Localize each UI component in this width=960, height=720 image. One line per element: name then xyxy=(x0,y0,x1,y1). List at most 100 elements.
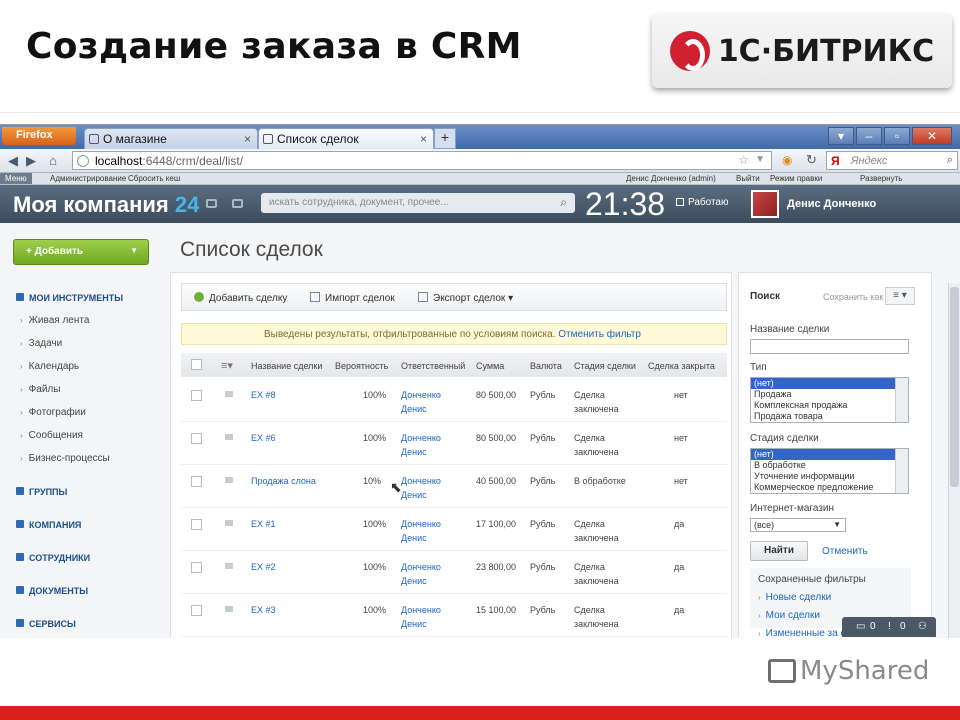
notify-icon[interactable]: ! xyxy=(888,621,891,632)
portal-search-input[interactable]: искать сотрудника, документ, прочее... ⌕ xyxy=(261,193,575,213)
admin-administration-link[interactable]: Администрирование xyxy=(50,173,126,184)
chevron-down-icon[interactable]: ▼ xyxy=(755,154,765,165)
cancel-filter-link[interactable]: Отменить фильтр xyxy=(558,329,641,340)
row-menu-icon[interactable] xyxy=(225,563,233,569)
scrollbar-thumb[interactable] xyxy=(950,287,959,487)
deal-responsible-link[interactable]: Донченко Денис xyxy=(401,517,441,545)
page-scrollbar[interactable] xyxy=(948,283,960,638)
admin-logout-link[interactable]: Выйти xyxy=(736,173,760,184)
sidebar-item-calendar[interactable]: › Календарь xyxy=(20,361,79,372)
sidebar-section-services[interactable]: СЕРВИСЫ xyxy=(16,619,76,629)
messages-icon[interactable] xyxy=(206,199,217,208)
deal-name-link[interactable]: EX #2 xyxy=(251,560,276,574)
search-icon[interactable]: ⌕ xyxy=(560,195,567,210)
column-menu-icon[interactable]: ≡▾ xyxy=(221,359,233,372)
chat-icon[interactable]: ▭ xyxy=(856,621,865,632)
notifications-icon[interactable] xyxy=(232,199,243,208)
deal-responsible-link[interactable]: Донченко Денис xyxy=(401,603,441,631)
stage-listbox[interactable]: (нет) В обработке Уточнение информации К… xyxy=(750,448,909,494)
sidebar-item-live-feed[interactable]: › Живая лента xyxy=(20,315,89,326)
deal-name-link[interactable]: EX #3 xyxy=(251,603,276,617)
row-checkbox[interactable] xyxy=(191,562,202,573)
sidebar-section-tools[interactable]: МОИ ИНСТРУМЕНТЫ xyxy=(16,293,123,303)
row-menu-icon[interactable] xyxy=(225,606,233,612)
contacts-icon[interactable]: ⚇ xyxy=(918,621,927,632)
row-checkbox[interactable] xyxy=(191,476,202,487)
deal-responsible-link[interactable]: Донченко Денис xyxy=(401,431,441,459)
import-deals-button[interactable]: Импорт сделок xyxy=(310,292,395,304)
add-button[interactable]: + Добавить ▼ xyxy=(13,239,149,265)
add-deal-button[interactable]: Добавить сделку xyxy=(194,292,287,304)
refresh-icon[interactable]: ↻ xyxy=(806,152,817,168)
sidebar-item-photos[interactable]: › Фотографии xyxy=(20,407,86,418)
deal-responsible-link[interactable]: Донченко Денис xyxy=(401,560,441,588)
cancel-button[interactable]: Отменить xyxy=(822,546,868,557)
row-checkbox[interactable] xyxy=(191,519,202,530)
user-name[interactable]: Денис Донченко xyxy=(787,198,876,210)
maximize-icon[interactable]: ▫ xyxy=(884,127,910,145)
table-row[interactable]: Продажа слона 10% Донченко Денис 40 500,00 Ру… xyxy=(181,465,727,508)
close-icon[interactable]: × xyxy=(244,132,251,146)
deal-responsible-link[interactable]: Донченко Денис xyxy=(401,474,441,502)
tab-list-icon[interactable]: ▾ xyxy=(828,127,854,145)
column-header[interactable]: Сделка закрыта xyxy=(648,361,715,371)
address-bar[interactable]: localhost:6448/crm/deal/list/ ☆ ▼ xyxy=(72,151,772,170)
sidebar-section-documents[interactable]: ДОКУМЕНТЫ xyxy=(16,586,88,596)
row-menu-icon[interactable] xyxy=(225,520,233,526)
bookmark-star-icon[interactable]: ☆ xyxy=(738,153,749,167)
table-row[interactable]: EX #1 100% Донченко Денис 17 100,00 Рубль Сдел… xyxy=(181,508,727,551)
table-row[interactable]: EX #6 100% Донченко Денис 80 500,00 Рубль Сдел… xyxy=(181,422,727,465)
row-checkbox[interactable] xyxy=(191,433,202,444)
column-header[interactable]: Стадия сделки xyxy=(574,361,636,371)
table-row[interactable]: EX #3 100% Донченко Денис 15 100,00 Рубль Сдел… xyxy=(181,594,727,637)
sidebar-section-groups[interactable]: ГРУППЫ xyxy=(16,487,67,497)
column-header[interactable]: Валюта xyxy=(530,361,562,371)
type-listbox[interactable]: (нет) Продажа Комплексная продажа Продаж… xyxy=(750,377,909,423)
row-menu-icon[interactable] xyxy=(225,477,233,483)
row-menu-icon[interactable] xyxy=(225,434,233,440)
deal-name-link[interactable]: EX #1 xyxy=(251,517,276,531)
sidebar-item-tasks[interactable]: › Задачи xyxy=(20,338,62,349)
listbox-option[interactable]: В обработке xyxy=(751,460,908,471)
row-menu-icon[interactable] xyxy=(225,391,233,397)
close-icon[interactable]: × xyxy=(420,132,427,146)
sidebar-item-files[interactable]: › Файлы xyxy=(20,384,60,395)
listbox-scrollbar[interactable] xyxy=(895,378,908,422)
tab-about-store[interactable]: О магазине × xyxy=(84,128,258,149)
listbox-option[interactable]: Комплексная продажа xyxy=(751,400,908,411)
window-close-icon[interactable]: ✕ xyxy=(912,127,952,145)
listbox-option[interactable]: (нет) xyxy=(751,378,908,389)
back-icon[interactable]: ◀ xyxy=(4,152,22,170)
saved-filter-item[interactable]: › Новые сделки xyxy=(758,592,831,603)
row-checkbox[interactable] xyxy=(191,390,202,401)
home-icon[interactable]: ⌂ xyxy=(44,152,62,170)
new-tab-button[interactable]: + xyxy=(434,128,456,149)
deal-responsible-link[interactable]: Донченко Денис xyxy=(401,388,441,416)
column-header[interactable]: Название сделки xyxy=(251,361,322,371)
listbox-option[interactable]: Уточнение информации xyxy=(751,471,908,482)
deal-name-link[interactable]: EX #6 xyxy=(251,431,276,445)
sidebar-item-messages[interactable]: › Сообщения xyxy=(20,430,83,441)
save-filter-link[interactable]: Сохранить как xyxy=(823,292,883,302)
listbox-option[interactable]: Продажа xyxy=(751,389,908,400)
saved-filter-item[interactable]: › Мои сделки xyxy=(758,610,820,621)
chevron-down-icon[interactable]: ▼ xyxy=(130,246,138,255)
row-checkbox[interactable] xyxy=(191,605,202,616)
admin-clear-cache-link[interactable]: Сбросить кеш xyxy=(128,173,180,184)
listbox-option[interactable]: (нет) xyxy=(751,449,908,460)
listbox-option[interactable]: Коммерческое предложение xyxy=(751,482,908,493)
admin-user-link[interactable]: Денис Донченко (admin) xyxy=(626,173,716,184)
saved-filter-item[interactable]: › Измененные за се xyxy=(758,628,851,638)
table-row[interactable]: EX #2 100% Донченко Денис 23 800,00 Рубль Сдел… xyxy=(181,551,727,594)
sidebar-section-company[interactable]: КОМПАНИЯ xyxy=(16,520,81,530)
chat-bar[interactable]: ▭ 0 ! 0 ⚇ xyxy=(842,617,936,637)
forward-icon[interactable]: ▶ xyxy=(22,152,40,170)
find-button[interactable]: Найти xyxy=(750,541,808,561)
filter-menu-button[interactable]: ≡ ▾ xyxy=(885,287,915,305)
sidebar-section-employees[interactable]: СОТРУДНИКИ xyxy=(16,553,90,563)
firefox-menu-button[interactable]: Firefox xyxy=(2,127,76,145)
admin-menu-button[interactable]: Меню xyxy=(0,173,32,184)
rss-icon[interactable]: ◉ xyxy=(782,153,792,167)
listbox-option[interactable]: Продажа товара xyxy=(751,411,908,422)
table-row[interactable]: EX #8 100% Донченко Денис 80 500,00 Рубль Сдел… xyxy=(181,379,727,422)
